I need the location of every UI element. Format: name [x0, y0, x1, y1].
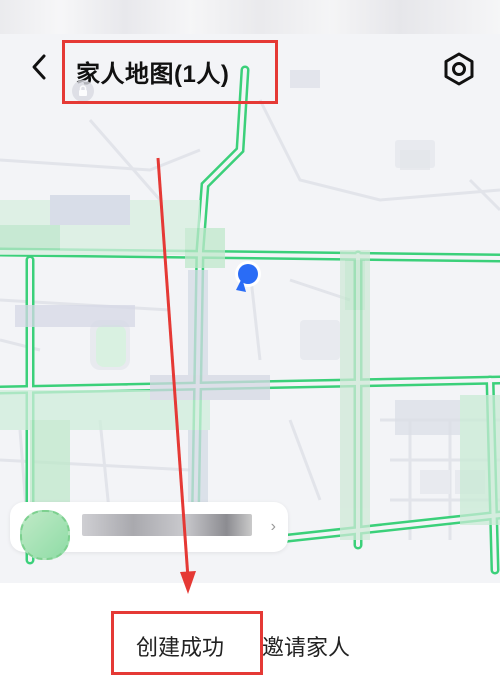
status-bar — [0, 0, 500, 34]
member-card[interactable]: › — [10, 502, 288, 560]
page-title: 家人地图(1人) — [76, 61, 230, 88]
invite-family-link[interactable]: 邀请家人 — [262, 630, 350, 662]
bottom-bar — [0, 583, 500, 695]
settings-button[interactable] — [438, 48, 480, 90]
lock-icon — [72, 80, 94, 102]
chevron-left-icon — [32, 54, 46, 80]
create-success-text: 创建成功 — [136, 635, 225, 660]
member-name-redacted — [82, 514, 252, 536]
back-button[interactable] — [22, 50, 56, 84]
avatar — [20, 510, 70, 560]
hexagon-gear-icon — [444, 52, 474, 86]
chevron-right-icon: › — [270, 518, 276, 535]
